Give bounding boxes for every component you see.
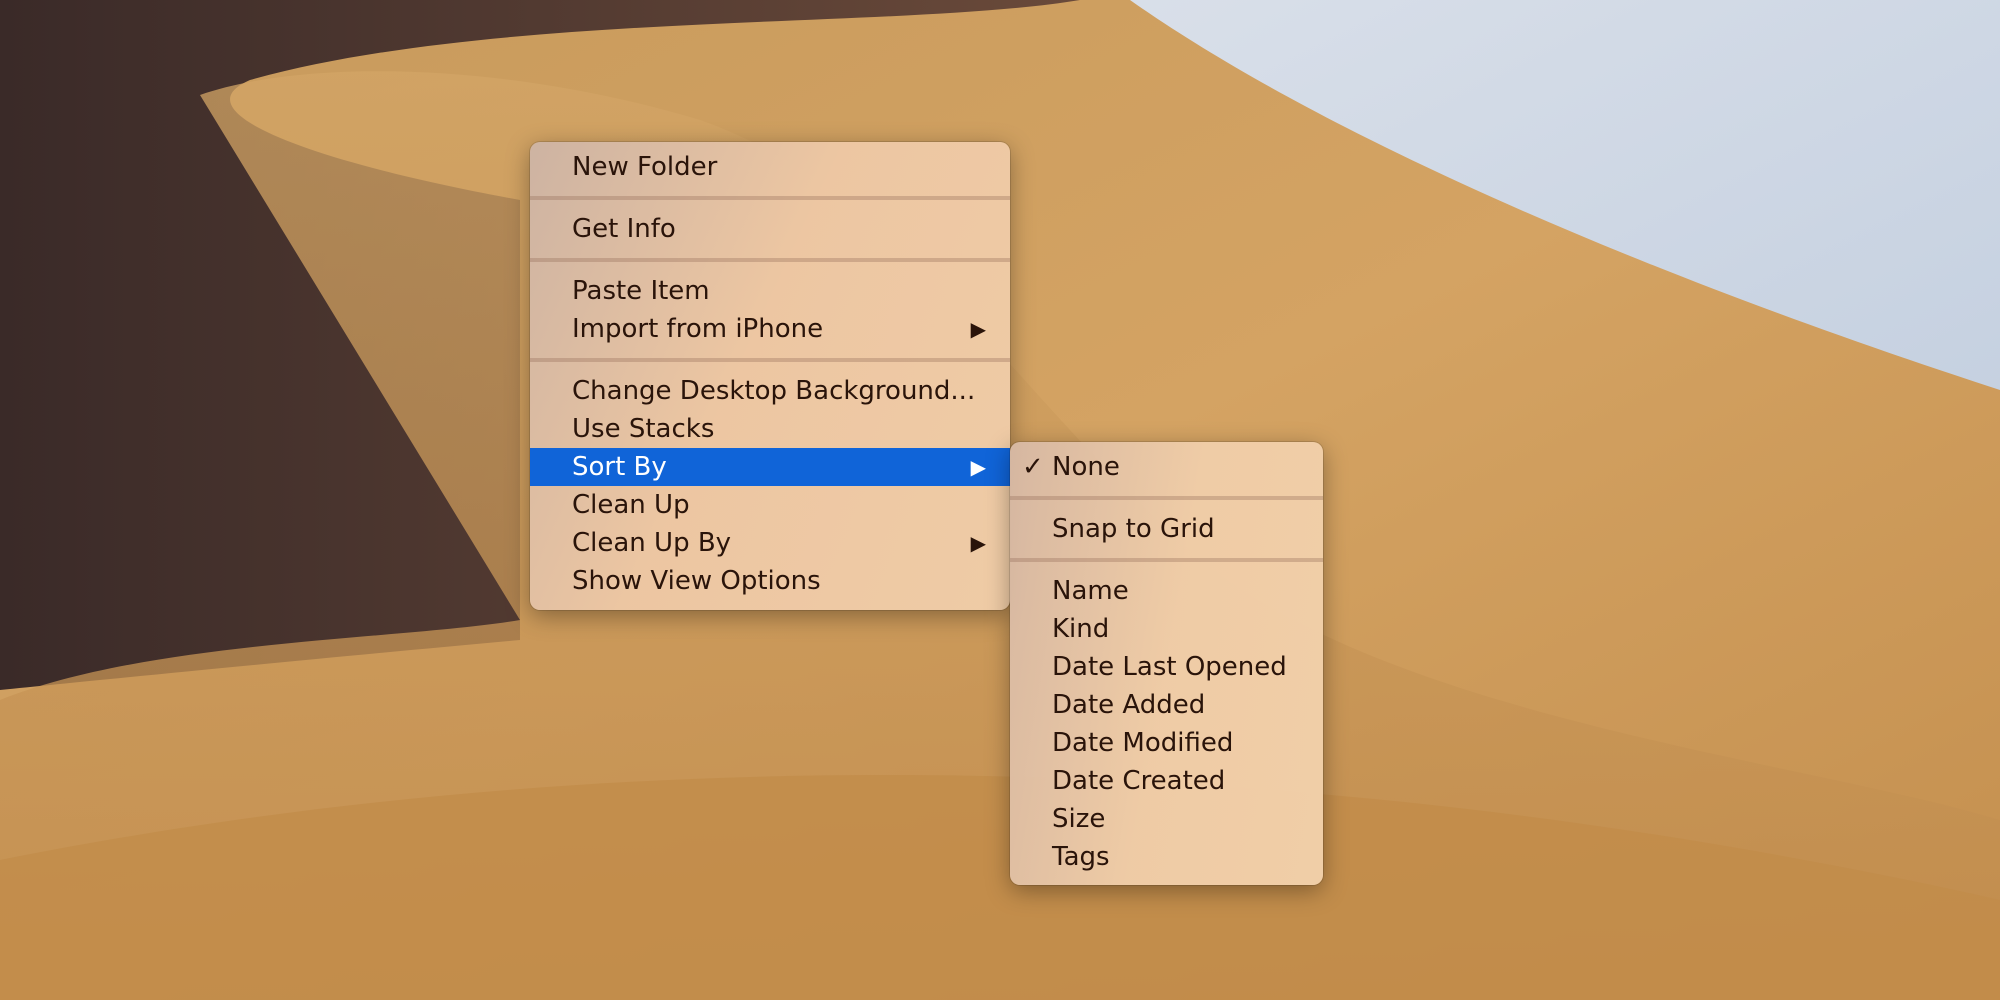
submenu-arrow-icon: ▶ (970, 455, 986, 479)
menu-item-use-stacks[interactable]: Use Stacks (530, 410, 1010, 448)
submenu-item-tags[interactable]: Tags (1010, 838, 1323, 876)
menu-item-clean-up[interactable]: Clean Up (530, 486, 1010, 524)
submenu-item-date-added[interactable]: Date Added (1010, 686, 1323, 724)
menu-item-label: Name (1052, 576, 1129, 606)
submenu-item-date-last-opened[interactable]: Date Last Opened (1010, 648, 1323, 686)
menu-item-label: Use Stacks (572, 414, 715, 444)
checkmark-icon: ✓ (1022, 452, 1044, 482)
menu-item-label: Change Desktop Background... (572, 376, 976, 406)
menu-item-label: Sort By (572, 452, 667, 482)
submenu-item-date-created[interactable]: Date Created (1010, 762, 1323, 800)
submenu-arrow-icon: ▶ (970, 531, 986, 555)
menu-item-label: Snap to Grid (1052, 514, 1215, 544)
menu-item-label: New Folder (572, 152, 718, 182)
menu-item-label: Show View Options (572, 566, 821, 596)
menu-item-label: Size (1052, 804, 1106, 834)
desktop-context-menu: New Folder Get Info Paste Item Import fr… (530, 142, 1010, 610)
menu-separator (530, 358, 1010, 362)
menu-item-change-desktop-background[interactable]: Change Desktop Background... (530, 372, 1010, 410)
menu-separator (1010, 558, 1323, 562)
submenu-item-date-modified[interactable]: Date Modified (1010, 724, 1323, 762)
menu-item-sort-by[interactable]: Sort By ▶ (530, 448, 1010, 486)
submenu-item-kind[interactable]: Kind (1010, 610, 1323, 648)
menu-item-clean-up-by[interactable]: Clean Up By ▶ (530, 524, 1010, 562)
menu-item-get-info[interactable]: Get Info (530, 210, 1010, 248)
menu-item-label: Date Created (1052, 766, 1226, 796)
menu-item-label: Tags (1052, 842, 1110, 872)
menu-separator (530, 196, 1010, 200)
submenu-arrow-icon: ▶ (970, 317, 986, 341)
menu-item-label: Date Added (1052, 690, 1206, 720)
submenu-item-name[interactable]: Name (1010, 572, 1323, 610)
menu-item-label: Get Info (572, 214, 676, 244)
submenu-item-none[interactable]: ✓ None (1010, 448, 1323, 486)
menu-item-new-folder[interactable]: New Folder (530, 148, 1010, 186)
submenu-item-size[interactable]: Size (1010, 800, 1323, 838)
submenu-item-snap-to-grid[interactable]: Snap to Grid (1010, 510, 1323, 548)
menu-item-label: Paste Item (572, 276, 710, 306)
menu-item-import-from-iphone[interactable]: Import from iPhone ▶ (530, 310, 1010, 348)
menu-item-label: Date Modified (1052, 728, 1234, 758)
menu-item-label: Date Last Opened (1052, 652, 1287, 682)
menu-item-label: Import from iPhone (572, 314, 824, 344)
menu-separator (1010, 496, 1323, 500)
menu-item-label: Clean Up (572, 490, 690, 520)
menu-separator (530, 258, 1010, 262)
menu-item-label: Kind (1052, 614, 1110, 644)
menu-item-label: Clean Up By (572, 528, 732, 558)
menu-item-label: None (1052, 452, 1120, 482)
menu-item-show-view-options[interactable]: Show View Options (530, 562, 1010, 600)
menu-item-paste-item[interactable]: Paste Item (530, 272, 1010, 310)
sort-by-submenu: ✓ None Snap to Grid Name Kind Date Last O… (1010, 442, 1323, 885)
